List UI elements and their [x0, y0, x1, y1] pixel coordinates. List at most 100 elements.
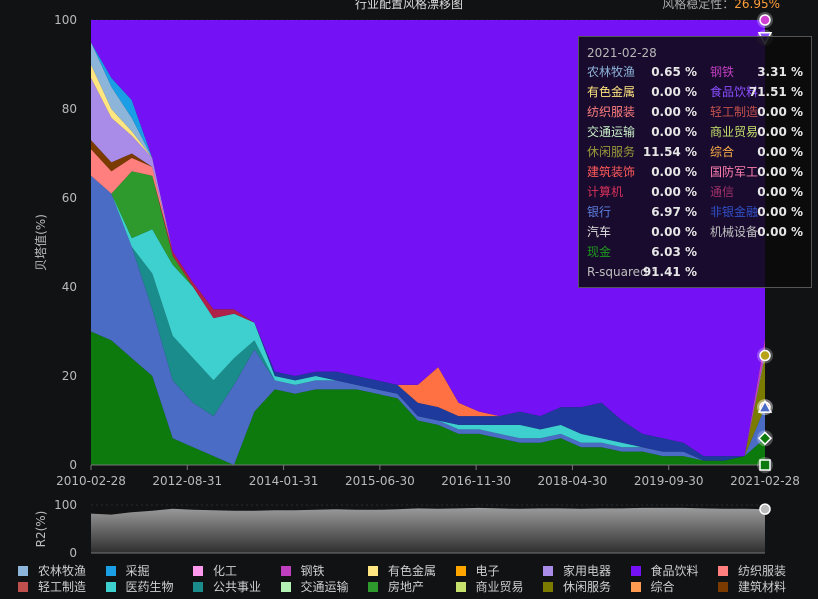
tooltip-right-name: 机械设备 [710, 225, 759, 239]
tooltip-right-name: 钢铁 [710, 65, 735, 79]
tooltip-row: R-squared :91.41 % [579, 263, 811, 281]
legend-swatch [630, 566, 641, 576]
y-tick-label: 40 [62, 280, 77, 294]
tooltip-right-name: 商业贸易 [710, 125, 759, 139]
tooltip-row: 现金 6.03 % [579, 243, 811, 261]
tooltip-row: 农林牧渔 0.65 % 钢铁 3.31 % [579, 63, 811, 81]
legend-swatch [455, 582, 466, 592]
marker-square [759, 459, 771, 471]
tooltip-left-name: 汽车 [587, 225, 612, 239]
tooltip-right-value: 0.00 % [757, 225, 803, 239]
tooltip-left-name: 建筑装饰 [587, 165, 636, 179]
legend-label: 医药生物 [125, 580, 174, 594]
tooltip-left-name: 银行 [587, 205, 612, 219]
legend-label: 房地产 [388, 580, 425, 594]
marker-dot [759, 349, 771, 362]
legend-label: 食品饮料 [650, 564, 699, 578]
legend-label: 家用电器 [563, 564, 612, 578]
x-tick-label: 2016-11-30 [441, 474, 511, 488]
y-tick-label: 0 [69, 458, 77, 472]
tooltip-left-value: 6.03 % [651, 245, 697, 259]
tooltip-row: 纺织服装 0.00 % 轻工制造 0.00 % [579, 103, 811, 121]
x-tick-label: 2021-02-28 [730, 474, 800, 488]
legend-label: 纺织服装 [738, 564, 787, 578]
tooltip-right-value: 0.00 % [757, 105, 803, 119]
y-tick-label: 20 [62, 369, 77, 383]
tooltip-left-value: 0.00 % [651, 185, 697, 199]
x-tick-label: 2018-04-30 [538, 474, 608, 488]
tooltip-left-name: 有色金属 [587, 85, 636, 99]
tooltip-left-value: 0.00 % [651, 225, 697, 239]
r2-area [91, 507, 765, 553]
tooltip-right-name: 轻工制造 [710, 105, 759, 119]
stability-label: 风格稳定性： [662, 0, 735, 11]
legend-label: 建筑材料 [738, 580, 787, 594]
tooltip-right-value: 0.00 % [757, 165, 803, 179]
tooltip-left-value: 0.00 % [651, 85, 697, 99]
legend-swatch [105, 566, 116, 576]
end-marker-circle [757, 347, 773, 364]
legend-label: 电子 [475, 564, 500, 578]
tooltip-left-value: 0.00 % [651, 125, 697, 139]
tooltip-date: 2021-02-28 [587, 46, 657, 60]
tooltip-left-name: 农林牧渔 [587, 65, 636, 79]
y-tick-label: 60 [62, 191, 77, 205]
tooltip-row: 银行 6.97 % 非银金融 0.00 % [579, 203, 811, 221]
tooltip-row: 汽车 0.00 % 机械设备 0.00 % [579, 223, 811, 241]
y-axis-label: 贝塔值(%) [33, 214, 48, 271]
legend-swatch [630, 582, 641, 592]
y-tick-label: 100 [54, 13, 77, 27]
r2-axis-label: R2(%) [34, 511, 48, 548]
x-tick-label: 2015-06-30 [345, 474, 415, 488]
tooltip-left-value: 0.00 % [651, 105, 697, 119]
legend-swatch [543, 566, 553, 576]
tooltip-left-name: 纺织服装 [587, 105, 636, 119]
tooltip-row: 交通运输 0.00 % 商业贸易 0.00 % [579, 123, 811, 141]
legend-label: 交通运输 [300, 580, 349, 594]
end-marker-circle [757, 12, 773, 28]
x-tick-label: 2010-02-28 [56, 474, 126, 488]
legend-swatch [718, 566, 728, 576]
tooltip-right-name: 非银金融 [710, 205, 759, 219]
legend-label: 有色金属 [388, 564, 437, 578]
tooltip-right-value: 71.51 % [748, 85, 803, 99]
tooltip-left-name: 休闲服务 [587, 145, 636, 159]
legend-swatch [368, 582, 378, 592]
legend-label: 综合 [650, 580, 675, 594]
legend-label: 农林牧渔 [38, 564, 87, 578]
tooltip-right-name: 通信 [710, 185, 735, 199]
legend-swatch [18, 582, 28, 592]
stability-value: 26.95% [734, 0, 780, 11]
tooltip-left-name: 计算机 [587, 185, 624, 199]
tooltip-left-name: 交通运输 [587, 125, 636, 139]
tooltip-left-value: 0.65 % [651, 65, 697, 79]
legend-label: 公共事业 [213, 580, 262, 594]
legend-label: 轻工制造 [38, 580, 87, 594]
legend-swatch [718, 582, 728, 592]
tooltip-row: 建筑装饰 0.00 % 国防军工 0.00 % [579, 163, 811, 181]
legend-swatch [18, 566, 28, 576]
x-tick-label: 2014-01-31 [249, 474, 319, 488]
tooltip-left-value: 91.41 % [642, 265, 697, 279]
tooltip-right-value: 0.00 % [757, 145, 803, 159]
tooltip-right-value: 3.31 % [757, 65, 803, 79]
hover-tooltip: 2021-02-28 农林牧渔 0.65 % 钢铁 3.31 % 有色金属 0.00 % 食… [578, 36, 812, 288]
r2-end-marker [759, 503, 771, 515]
legend-swatch [280, 582, 291, 592]
end-marker-triangle [757, 399, 773, 416]
legend-label: 采掘 [125, 564, 150, 578]
legend-swatch [193, 566, 203, 576]
legend-label: 化工 [213, 564, 238, 578]
legend-swatch [105, 582, 116, 592]
x-tick-label: 2019-09-30 [634, 474, 704, 488]
chart-legend: 农林牧渔 采掘 化工 钢铁 有色金属 电子 家用电器 食品饮料 纺织服装轻工制造 医药生物 公共事业… [0, 563, 818, 599]
y-tick-label: 80 [62, 102, 77, 116]
legend-label: 钢铁 [300, 564, 325, 578]
r2-y-tick-label: 0 [69, 546, 77, 560]
style-stability: 风格稳定性：26.95% [662, 0, 780, 12]
x-tick-label: 2012-08-31 [152, 474, 222, 488]
tooltip-left-value: 6.97 % [651, 205, 697, 219]
legend-swatch [280, 566, 291, 576]
tooltip-left-value: 11.54 % [642, 145, 697, 159]
tooltip-row: 计算机 0.00 % 通信 0.00 % [579, 183, 811, 201]
